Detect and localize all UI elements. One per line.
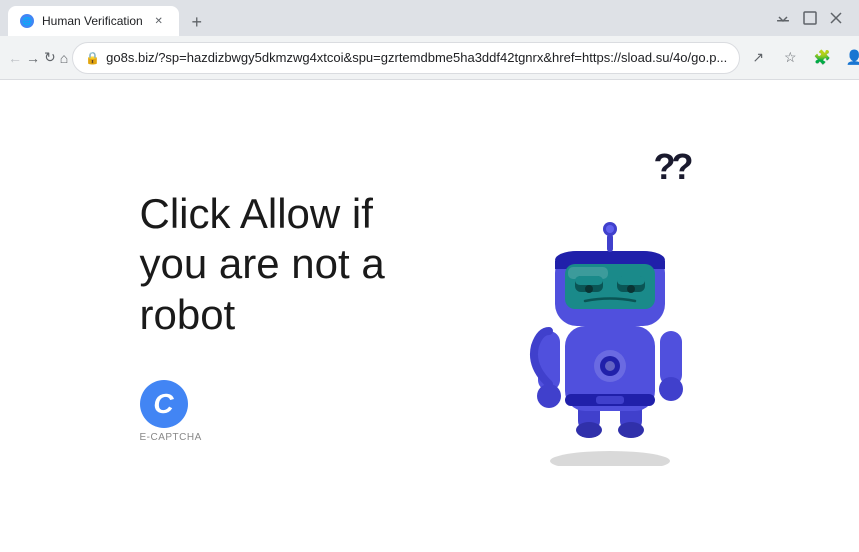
tab-area: 🌐 Human Verification ✕ + — [8, 0, 763, 36]
new-tab-button[interactable]: + — [183, 8, 211, 36]
toolbar-actions: ↗ ☆ 🧩 👤 ⋮ — [744, 44, 859, 72]
maximize-icon[interactable] — [803, 11, 817, 25]
extensions-button[interactable]: 🧩 — [808, 44, 836, 72]
tab-close-button[interactable]: ✕ — [151, 13, 167, 29]
active-tab[interactable]: 🌐 Human Verification ✕ — [8, 6, 179, 36]
minimize-icon[interactable] — [775, 10, 791, 26]
share-button[interactable]: ↗ — [744, 44, 772, 72]
content-inner: Click Allow if you are not a robot C E-C… — [100, 106, 760, 526]
reload-button[interactable]: ↻ — [44, 44, 56, 72]
window-controls — [767, 10, 851, 26]
main-text: Click Allow if you are not a robot — [140, 189, 440, 340]
tab-title: Human Verification — [42, 14, 143, 28]
robot-container: ?? — [500, 146, 720, 486]
address-bar[interactable]: 🔒 go8s.biz/?sp=hazdizbwgy5dkmzwg4xtcoi&s… — [72, 42, 740, 74]
text-section: Click Allow if you are not a robot C E-C… — [140, 189, 440, 443]
profile-button[interactable]: 👤 — [840, 44, 859, 72]
browser-frame: 🌐 Human Verification ✕ + ← → ↻ ⌂ — [0, 0, 859, 552]
forward-button[interactable]: → — [26, 44, 40, 72]
ecaptcha-c-icon: C — [140, 380, 188, 428]
tab-favicon: 🌐 — [20, 14, 34, 28]
ecaptcha-label: E-CAPTCHA — [140, 432, 202, 443]
robot-illustration — [510, 176, 710, 466]
ecaptcha-logo: C E-CAPTCHA — [140, 380, 440, 443]
bookmark-button[interactable]: ☆ — [776, 44, 804, 72]
lock-icon: 🔒 — [85, 51, 100, 65]
toolbar: ← → ↻ ⌂ 🔒 go8s.biz/?sp=hazdizbwgy5dkmzwg… — [0, 36, 859, 80]
close-icon[interactable] — [829, 11, 843, 25]
robot-section: ?? — [500, 146, 720, 486]
title-bar: 🌐 Human Verification ✕ + — [0, 0, 859, 36]
back-button[interactable]: ← — [8, 44, 22, 72]
address-text: go8s.biz/?sp=hazdizbwgy5dkmzwg4xtcoi&spu… — [106, 50, 727, 65]
home-button[interactable]: ⌂ — [60, 44, 68, 72]
page-content: Click Allow if you are not a robot C E-C… — [0, 80, 859, 552]
